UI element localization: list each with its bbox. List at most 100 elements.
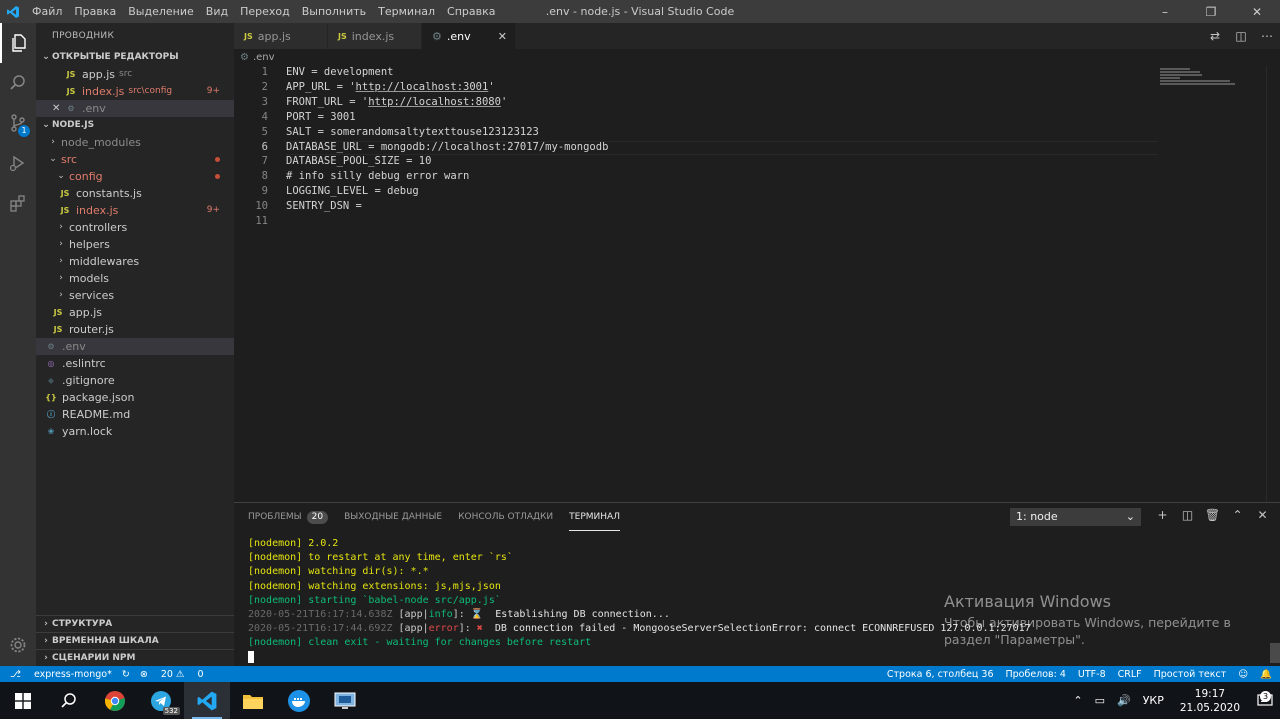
tree-folder-node-modules[interactable]: › node_modules: [36, 134, 234, 151]
start-windows-icon[interactable]: [0, 682, 46, 719]
menu-file[interactable]: Файл: [26, 0, 68, 23]
tab-debug-console[interactable]: КОНСОЛЬ ОТЛАДКИ: [458, 503, 553, 531]
remote-desktop-icon[interactable]: [322, 682, 368, 719]
more-actions-icon[interactable]: ⋯: [1254, 29, 1280, 43]
tree-folder-services[interactable]: › services: [36, 287, 234, 304]
tray-expand-icon[interactable]: ⌃: [1073, 694, 1082, 707]
tree-folder-helpers[interactable]: › helpers: [36, 236, 234, 253]
split-terminal-icon[interactable]: ◫: [1175, 508, 1200, 522]
outline-section[interactable]: › СТРУКТУРА: [36, 615, 234, 632]
explorer-icon[interactable]: [0, 23, 36, 63]
tab-problems[interactable]: ПРОБЛЕМЫ 20: [248, 503, 329, 531]
code-link[interactable]: http://localhost:3001: [356, 81, 489, 93]
code-line: APP_URL = 'http://localhost:3001': [286, 81, 495, 93]
timeline-section[interactable]: › ВРЕМЕННАЯ ШКАЛА: [36, 632, 234, 649]
close-tab-icon[interactable]: ✕: [498, 30, 507, 43]
vscode-taskbar-icon[interactable]: [184, 682, 230, 719]
open-editor-index-js[interactable]: JS index.js src\config 9+: [36, 83, 234, 100]
open-editors-header[interactable]: ⌄ ОТКРЫТЫЕ РЕДАКТОРЫ: [36, 49, 234, 66]
terminal-scrollbar[interactable]: [1270, 643, 1280, 663]
indentation[interactable]: Пробелов: 4: [1005, 669, 1065, 680]
line-number: 10: [255, 200, 268, 212]
tab-index-js[interactable]: JS index.js: [328, 23, 422, 49]
menu-view[interactable]: Вид: [200, 0, 234, 23]
close-panel-icon[interactable]: ✕: [1250, 508, 1275, 522]
npm-scripts-section[interactable]: › СЦЕНАРИИ NPM: [36, 649, 234, 666]
trash-icon[interactable]: 🗑: [1200, 508, 1225, 522]
tree-file-router-js[interactable]: JS router.js: [36, 321, 234, 338]
editor-scrollbar[interactable]: [1266, 66, 1280, 502]
terminal-select[interactable]: 1: node ⌄: [1010, 508, 1141, 526]
menu-terminal[interactable]: Терминал: [372, 0, 441, 23]
tab-terminal[interactable]: ТЕРМИНАЛ: [569, 503, 620, 531]
new-terminal-icon[interactable]: +: [1150, 508, 1175, 522]
docker-icon[interactable]: [276, 682, 322, 719]
code-link[interactable]: http://localhost:8080: [368, 96, 501, 108]
chevron-down-icon: ⌄: [1125, 510, 1135, 523]
clock[interactable]: 19:17 21.05.2020: [1180, 687, 1240, 715]
minimize-button[interactable]: –: [1142, 0, 1188, 23]
tree-file-index-js[interactable]: JS index.js 9+: [36, 202, 234, 219]
minimap[interactable]: [1160, 68, 1240, 88]
telegram-icon[interactable]: 532: [138, 682, 184, 719]
close-window-button[interactable]: ✕: [1234, 0, 1280, 23]
code-editor[interactable]: 1 ENV = development 2 APP_URL = 'http://…: [234, 66, 1280, 502]
menu-bar: Файл Правка Выделение Вид Переход Выполн…: [26, 0, 502, 23]
open-editor-env[interactable]: ✕ ⚙ .env: [36, 100, 234, 117]
search-icon[interactable]: [0, 63, 36, 103]
battery-icon[interactable]: ▭: [1095, 694, 1105, 707]
notifications-bell-icon[interactable]: 🔔: [1260, 669, 1272, 680]
sync-icon[interactable]: ↻: [122, 669, 130, 680]
run-debug-icon[interactable]: [0, 143, 36, 183]
menu-selection[interactable]: Выделение: [122, 0, 200, 23]
close-editor-icon[interactable]: ✕: [52, 100, 64, 117]
source-control-icon[interactable]: 1: [0, 103, 36, 143]
extensions-icon[interactable]: [0, 183, 36, 223]
breadcrumb[interactable]: ⚙ .env: [234, 49, 275, 66]
cursor-position[interactable]: Строка 6, столбец 36: [887, 669, 994, 680]
tree-folder-controllers[interactable]: › controllers: [36, 219, 234, 236]
file-explorer-icon[interactable]: [230, 682, 276, 719]
tree-folder-models[interactable]: › models: [36, 270, 234, 287]
split-editor-icon[interactable]: ◫: [1228, 29, 1254, 43]
menu-run[interactable]: Выполнить: [296, 0, 372, 23]
project-folder-header[interactable]: ⌄ NODE.JS: [36, 117, 234, 134]
tree-file-eslintrc[interactable]: ◎ .eslintrc: [36, 355, 234, 372]
tree-file-gitignore[interactable]: ◆ .gitignore: [36, 372, 234, 389]
tree-file-env[interactable]: ⚙ .env: [36, 338, 234, 355]
tree-folder-src[interactable]: ⌄ src: [36, 151, 234, 168]
end-of-line[interactable]: CRLF: [1118, 669, 1142, 680]
terminal-output[interactable]: [nodemon] 2.0.2 [nodemon] to restart at …: [248, 537, 1031, 665]
chrome-icon[interactable]: [92, 682, 138, 719]
open-changes-icon[interactable]: ⇄: [1202, 29, 1228, 43]
keyboard-language[interactable]: УКР: [1143, 694, 1164, 707]
maximize-panel-icon[interactable]: ⌃: [1225, 508, 1250, 522]
volume-icon[interactable]: 🔊: [1117, 694, 1131, 707]
terminal-line: [nodemon] watching extensions: js,mjs,js…: [248, 580, 501, 592]
problems-status[interactable]: ⊗ 20 ⚠ 0: [140, 669, 204, 680]
tree-folder-config[interactable]: ⌄ config: [36, 168, 234, 185]
encoding[interactable]: UTF-8: [1078, 669, 1106, 680]
tab-output[interactable]: ВЫХОДНЫЕ ДАННЫЕ: [344, 503, 442, 531]
maximize-button[interactable]: ❐: [1188, 0, 1234, 23]
tree-file-readme[interactable]: ⓘ README.md: [36, 406, 234, 423]
code-line: DATABASE_URL = mongodb://localhost:27017…: [286, 141, 609, 153]
menu-edit[interactable]: Правка: [68, 0, 122, 23]
tab-env[interactable]: ⚙ .env ✕: [422, 23, 516, 49]
tree-file-app-js[interactable]: JS app.js: [36, 304, 234, 321]
language-mode[interactable]: Простой текст: [1154, 669, 1227, 680]
open-editor-app-js[interactable]: JS app.js src: [36, 66, 234, 83]
tree-file-constants-js[interactable]: JS constants.js: [36, 185, 234, 202]
tree-file-package-json[interactable]: {} package.json: [36, 389, 234, 406]
tree-file-yarn-lock[interactable]: ❀ yarn.lock: [36, 423, 234, 440]
menu-go[interactable]: Переход: [234, 0, 296, 23]
action-center-icon[interactable]: 3: [1250, 690, 1280, 708]
terminal-line: [nodemon] clean exit - waiting for chang…: [248, 637, 592, 649]
taskbar-search-icon[interactable]: [46, 682, 92, 719]
branch-status[interactable]: ⎇ express-mongo*: [10, 669, 112, 680]
manage-gear-icon[interactable]: [0, 630, 36, 660]
feedback-icon[interactable]: ☺: [1238, 669, 1248, 680]
tab-app-js[interactable]: JS app.js: [234, 23, 328, 49]
tree-folder-middlewares[interactable]: › middlewares: [36, 253, 234, 270]
menu-help[interactable]: Справка: [441, 0, 501, 23]
